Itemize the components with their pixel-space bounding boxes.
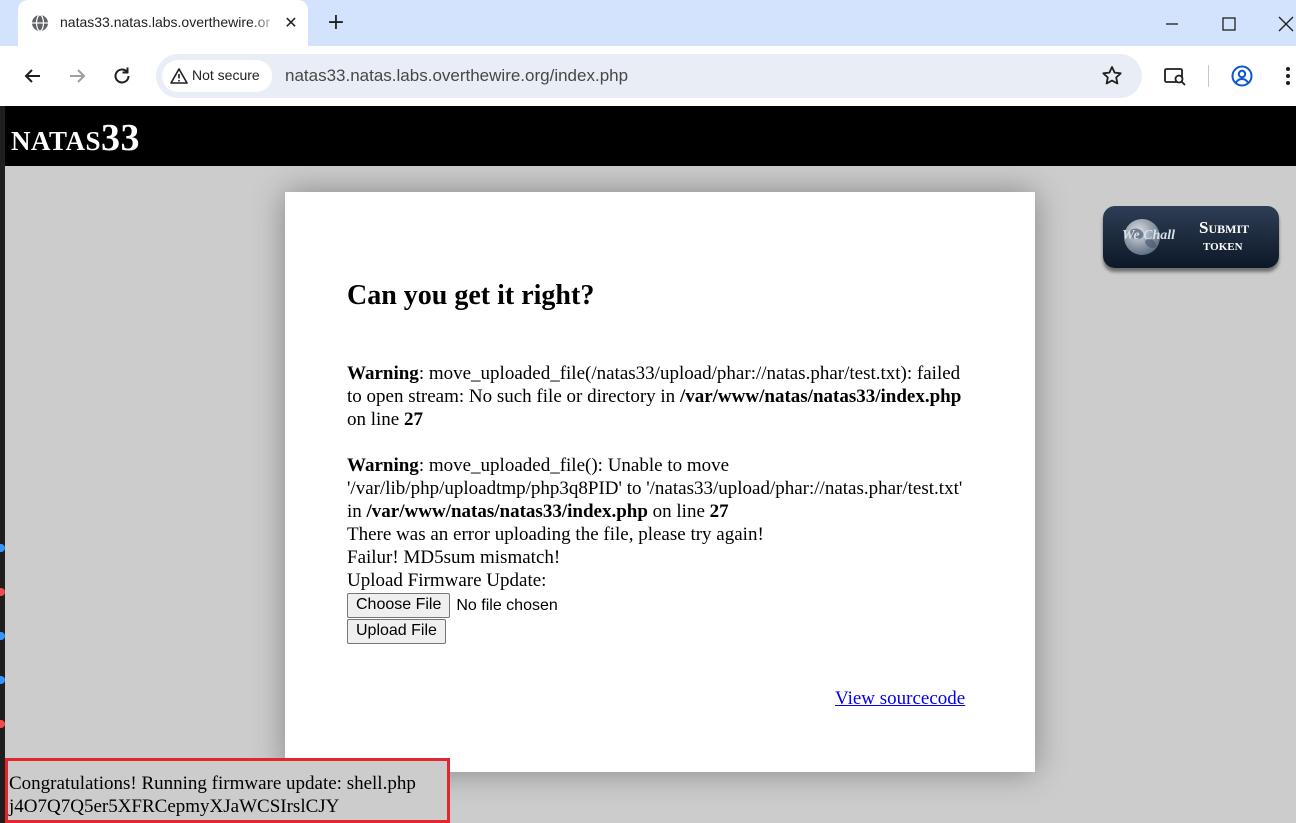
- content-panel: Can you get it right? Warning: move_uplo…: [285, 192, 1035, 772]
- browser-toolbar: Not secure natas33.natas.labs.overthewir…: [0, 46, 1296, 106]
- password-output: j4O7Q7Q5er5XFRCepmyXJaWCSIrslCJY: [9, 796, 340, 817]
- content-body: Warning: move_uploaded_file(/natas33/upl…: [347, 362, 977, 644]
- window-close-icon[interactable]: [1274, 12, 1296, 36]
- upload-error-message: There was an error uploading the file, p…: [347, 524, 764, 545]
- back-arrow-icon[interactable]: [21, 64, 45, 88]
- warning-icon: [170, 68, 188, 84]
- menu-dots-icon[interactable]: [1276, 64, 1296, 88]
- new-tab-icon[interactable]: +: [322, 10, 350, 38]
- profile-icon[interactable]: [1230, 64, 1254, 88]
- minimize-icon[interactable]: [1160, 12, 1184, 36]
- forward-arrow-icon[interactable]: [65, 64, 89, 88]
- tab-strip: natas33.natas.labs.overthewire.org ✕ +: [0, 0, 1296, 46]
- maximize-icon[interactable]: [1217, 12, 1241, 36]
- wechall-logo: We Chall: [1122, 228, 1176, 243]
- warning-message-2: Warning: move_uploaded_file(): Unable to…: [347, 455, 963, 522]
- tab-close-icon[interactable]: ✕: [281, 13, 301, 33]
- security-chip[interactable]: Not secure: [162, 60, 272, 92]
- url-text[interactable]: natas33.natas.labs.overthewire.org/index…: [285, 66, 628, 86]
- globe-icon: [32, 14, 48, 32]
- warning-message-1: Warning: move_uploaded_file(/natas33/upl…: [347, 363, 962, 430]
- congrats-output-highlight: Congratulations! Running firmware update…: [5, 758, 450, 823]
- file-input[interactable]: Choose File No file chosen: [347, 592, 977, 618]
- congrats-message: Congratulations! Running firmware update…: [9, 773, 416, 794]
- reload-icon[interactable]: [110, 64, 134, 88]
- view-sourcecode-link[interactable]: View sourcecode: [835, 688, 965, 710]
- content-heading: Can you get it right?: [347, 280, 595, 311]
- address-bar[interactable]: Not secure natas33.natas.labs.overthewir…: [156, 54, 1142, 98]
- browser-tab[interactable]: natas33.natas.labs.overthewire.org ✕: [18, 0, 308, 46]
- search-tabs-icon[interactable]: [1163, 64, 1187, 88]
- choose-file-button[interactable]: Choose File: [347, 592, 451, 618]
- security-label: Not secure: [192, 67, 260, 83]
- natas-header: natas33: [5, 106, 1296, 166]
- submit-label: Submit: [1199, 218, 1250, 237]
- token-label: token: [1203, 238, 1243, 254]
- md5-error-message: Failur! MD5sum mismatch!: [347, 547, 561, 568]
- bookmark-star-icon[interactable]: [1100, 64, 1124, 88]
- tab-title: natas33.natas.labs.overthewire.org: [60, 14, 270, 30]
- upload-file-button[interactable]: Upload File: [347, 618, 446, 644]
- wechall-submit-token-button[interactable]: We Chall Submit token: [1103, 206, 1279, 268]
- no-file-text: No file chosen: [456, 596, 558, 614]
- upload-label: Upload Firmware Update:: [347, 570, 547, 591]
- page-viewport: natas33 Can you get it right? Warning: m…: [5, 106, 1296, 823]
- page-title: natas33: [11, 117, 141, 159]
